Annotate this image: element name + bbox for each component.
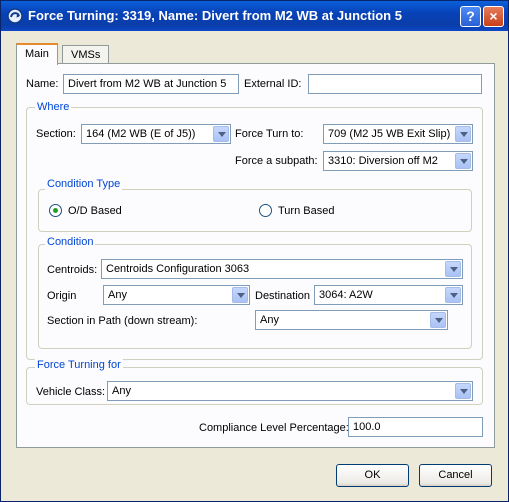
destination-select[interactable]: 3064: A2W — [314, 285, 463, 305]
main-tab-panel: Name: Divert from M2 WB at Junction 5 Ex… — [16, 63, 495, 448]
condition-legend: Condition — [45, 236, 96, 248]
od-based-radio[interactable] — [49, 204, 62, 217]
app-icon — [7, 8, 23, 24]
title-bar[interactable]: Force Turning: 3319, Name: Divert from M… — [1, 1, 508, 31]
section-path-label: Section in Path (down stream): — [47, 315, 198, 327]
section-path-value: Any — [260, 314, 279, 326]
chevron-down-icon[interactable] — [455, 153, 471, 169]
section-value: 164 (M2 WB (E of J5)) — [86, 128, 196, 140]
tab-vmss[interactable]: VMSs — [62, 45, 110, 65]
name-field[interactable]: Divert from M2 WB at Junction 5 — [63, 74, 239, 94]
chevron-down-icon[interactable] — [455, 126, 471, 142]
section-select[interactable]: 164 (M2 WB (E of J5)) — [81, 124, 231, 144]
close-button[interactable]: × — [483, 6, 504, 27]
name-label: Name: — [26, 78, 59, 90]
section-path-select[interactable]: Any — [255, 310, 448, 330]
chevron-down-icon[interactable] — [213, 126, 229, 142]
centroids-select[interactable]: Centroids Configuration 3063 — [101, 259, 463, 279]
subpath-value: 3310: Diversion off M2 — [328, 155, 438, 167]
destination-value: 3064: A2W — [319, 289, 373, 301]
force-turn-select[interactable]: 709 (M2 J5 WB Exit Slip) — [323, 124, 473, 144]
condition-type-legend: Condition Type — [45, 178, 123, 190]
subpath-select[interactable]: 3310: Diversion off M2 — [323, 151, 473, 171]
od-based-label[interactable]: O/D Based — [68, 205, 122, 217]
section-label: Section: — [36, 128, 76, 140]
subpath-label: Force a subpath: — [235, 155, 318, 167]
chevron-down-icon[interactable] — [445, 287, 461, 303]
compliance-label: Compliance Level Percentage: — [199, 422, 349, 434]
help-button[interactable]: ? — [460, 6, 481, 27]
vehicle-class-select[interactable]: Any — [107, 381, 473, 401]
turn-based-label[interactable]: Turn Based — [278, 205, 334, 217]
centroids-label: Centroids: — [47, 264, 98, 276]
chevron-down-icon[interactable] — [232, 287, 248, 303]
vehicle-class-value: Any — [112, 385, 131, 397]
force-turn-label: Force Turn to: — [235, 128, 304, 140]
centroids-value: Centroids Configuration 3063 — [106, 263, 250, 275]
destination-label: Destination — [255, 290, 311, 302]
turn-based-radio[interactable] — [259, 204, 272, 217]
ok-button[interactable]: OK — [336, 464, 409, 487]
origin-select[interactable]: Any — [103, 285, 250, 305]
vehicle-class-label: Vehicle Class: — [36, 386, 106, 398]
force-turning-for-legend: Force Turning for — [35, 359, 123, 371]
origin-value: Any — [108, 289, 127, 301]
chevron-down-icon[interactable] — [430, 312, 446, 328]
cancel-button[interactable]: Cancel — [419, 464, 492, 487]
external-id-field[interactable] — [308, 74, 482, 94]
external-id-label: External ID: — [244, 78, 302, 90]
chevron-down-icon[interactable] — [455, 383, 471, 399]
chevron-down-icon[interactable] — [445, 261, 461, 277]
compliance-field[interactable]: 100.0 — [348, 417, 483, 437]
where-legend: Where — [35, 101, 72, 113]
dialog-window: Force Turning: 3319, Name: Divert from M… — [0, 0, 509, 502]
window-title: Force Turning: 3319, Name: Divert from M… — [28, 8, 402, 23]
origin-label: Origin — [47, 290, 77, 302]
force-turn-value: 709 (M2 J5 WB Exit Slip) — [328, 128, 451, 140]
tab-main[interactable]: Main — [16, 43, 58, 65]
